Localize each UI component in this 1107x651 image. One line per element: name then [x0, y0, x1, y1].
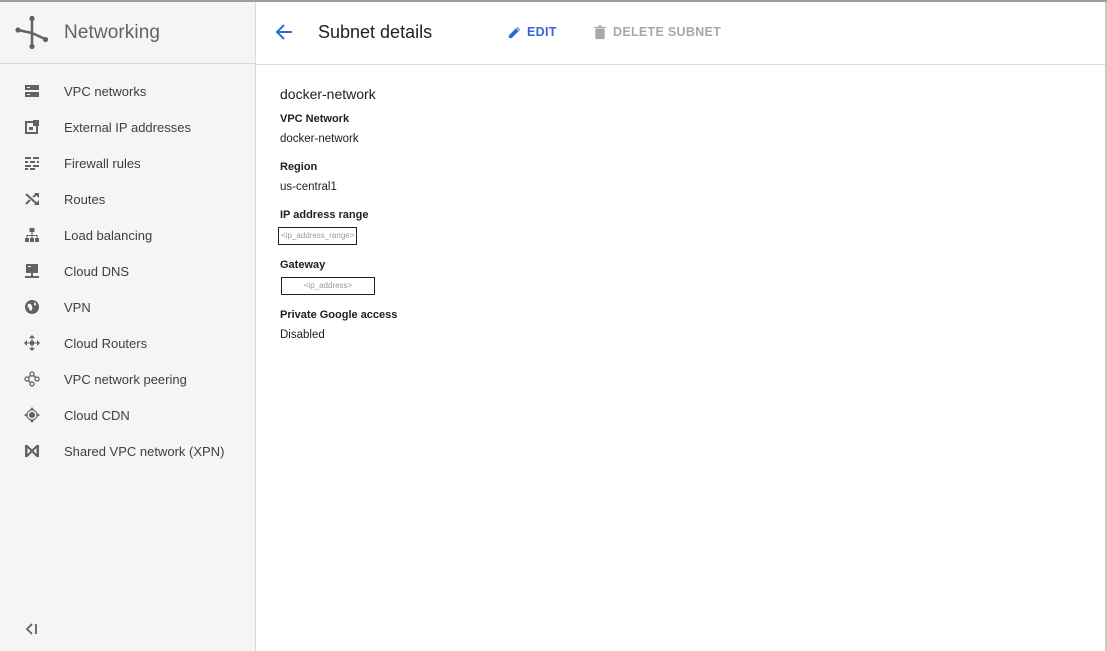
sidebar-item-label: Shared VPC network (XPN) — [64, 443, 225, 459]
field-label: Region — [280, 161, 318, 173]
sidebar-header: Networking — [0, 2, 255, 64]
field-value: us-central1 — [280, 181, 337, 193]
cloud-routers-icon — [24, 335, 40, 351]
trash-icon — [594, 24, 606, 39]
sidebar-item-load-balancing[interactable]: Load balancing — [0, 217, 255, 253]
cloud-cdn-icon — [24, 407, 40, 423]
sidebar-item-routes[interactable]: Routes — [0, 181, 255, 217]
gateway-value: <ip_address> — [281, 277, 375, 295]
sidebar-item-label: Cloud DNS — [64, 263, 130, 279]
sidebar-item-shared-vpc[interactable]: Shared VPC network (XPN) — [0, 433, 255, 469]
field-label: Gateway — [280, 259, 326, 271]
sidebar-item-label: Cloud CDN — [64, 407, 130, 423]
field-region: Region us-central1 — [280, 161, 397, 195]
delete-subnet-label: DELETE SUBNET — [613, 25, 722, 39]
networking-logo-icon — [15, 15, 49, 49]
field-vpc-network: VPC Network docker-network — [280, 113, 397, 147]
sidebar-item-label: Load balancing — [64, 227, 153, 243]
sidebar-item-vpn[interactable]: VPN — [0, 289, 255, 325]
ip-range-value: <ip_address_range> — [278, 227, 358, 245]
sidebar-item-vpc-peering[interactable]: VPC network peering — [0, 361, 255, 397]
sidebar-item-vpc-networks[interactable]: VPC networks — [0, 73, 255, 109]
cloud-dns-icon — [24, 263, 40, 279]
collapse-sidebar-icon[interactable] — [24, 621, 40, 637]
sidebar-nav: VPC networks External IP addresses Firew… — [0, 64, 255, 469]
sidebar-item-label: Firewall rules — [64, 155, 141, 171]
page-title: Subnet details — [318, 22, 433, 42]
field-label: IP address range — [280, 209, 369, 221]
external-ip-icon — [24, 119, 40, 135]
sidebar-item-label: VPC network peering — [64, 371, 187, 387]
delete-subnet-button[interactable]: DELETE SUBNET — [593, 22, 721, 42]
field-value: docker-network — [280, 133, 359, 145]
pencil-icon — [508, 26, 521, 38]
sidebar-item-label: Routes — [64, 191, 106, 207]
subnet-name: docker-network — [280, 86, 376, 102]
sidebar-item-firewall-rules[interactable]: Firewall rules — [0, 145, 255, 181]
field-gateway: Gateway <ip_address> — [280, 259, 397, 295]
sidebar-item-label: VPC networks — [64, 83, 147, 99]
sidebar-item-label: External IP addresses — [64, 119, 191, 135]
sidebar-item-cloud-cdn[interactable]: Cloud CDN — [0, 397, 255, 433]
sidebar-item-external-ip[interactable]: External IP addresses — [0, 109, 255, 145]
routes-icon — [24, 191, 40, 207]
field-label: Private Google access — [280, 309, 398, 321]
load-balancing-icon — [24, 227, 40, 243]
field-value: Disabled — [280, 329, 325, 341]
shared-vpc-icon — [24, 443, 40, 459]
firewall-icon — [24, 155, 40, 171]
field-ip-range: IP address range <ip_address_range> — [278, 209, 397, 245]
subnet-details: docker-network VPC Network docker-networ… — [278, 86, 397, 357]
field-private-google-access: Private Google access Disabled — [280, 309, 397, 343]
sidebar-item-cloud-routers[interactable]: Cloud Routers — [0, 325, 255, 361]
sidebar-item-cloud-dns[interactable]: Cloud DNS — [0, 253, 255, 289]
page-header: Subnet details EDIT DELETE SUBNET — [256, 2, 1106, 65]
vpn-icon — [24, 299, 40, 315]
edit-button-label: EDIT — [527, 25, 557, 39]
sidebar: Networking VPC networks External IP addr… — [0, 2, 256, 651]
field-label: VPC Network — [280, 113, 350, 125]
vpc-networks-icon — [24, 83, 40, 99]
edit-button[interactable]: EDIT — [507, 22, 557, 42]
back-arrow-icon[interactable] — [274, 22, 294, 42]
sidebar-item-label: Cloud Routers — [64, 335, 148, 351]
sidebar-item-label: VPN — [64, 299, 91, 315]
app-title: Networking — [64, 21, 161, 43]
peering-icon — [24, 371, 40, 387]
